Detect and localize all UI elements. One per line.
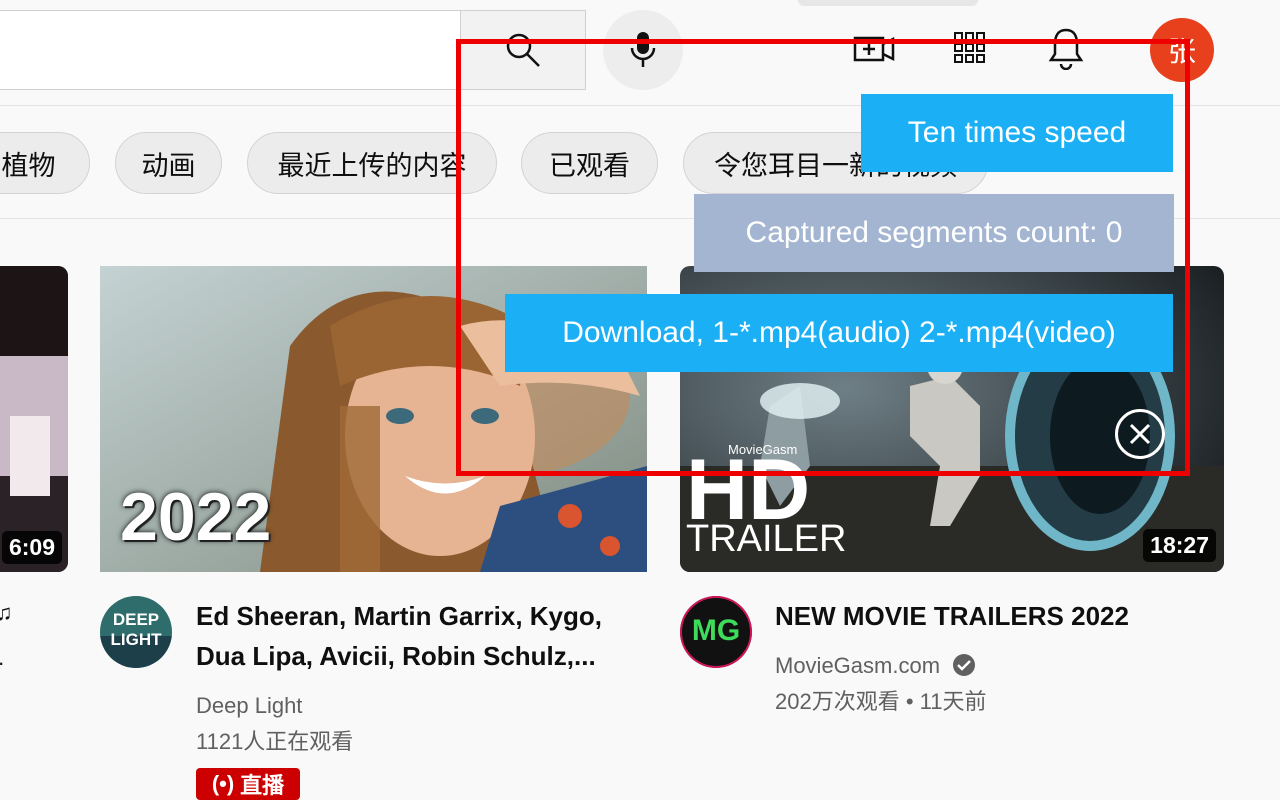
thumbnail-trailer-text: TRAILER [686, 518, 847, 560]
music-note-icon: ♫ [0, 600, 13, 625]
channel-name[interactable]: Deep Light [196, 688, 302, 724]
duration-badge: 18:27 [1143, 529, 1216, 562]
chip-animation[interactable]: 动画 [115, 132, 222, 194]
truncated-text: .. [0, 640, 4, 676]
captured-segments-count: Captured segments count: 0 [694, 194, 1174, 272]
channel-avatar-text: MG [691, 614, 741, 647]
view-stats: 1121人正在观看 [196, 729, 354, 754]
chip-plants-animals[interactable]: 动植物 [0, 132, 90, 194]
view-stats: 202万次观看 • 11天前 [775, 689, 987, 714]
channel-avatar[interactable]: MG [680, 596, 752, 668]
popup-edge [798, 0, 978, 6]
verified-icon [953, 654, 976, 676]
download-button[interactable]: Download, 1-*.mp4(audio) 2-*.mp4(video) [505, 294, 1173, 372]
thumbnail-text: 2022 [120, 479, 272, 555]
thumbnail-image [0, 266, 68, 572]
channel-avatar[interactable]: DEEP LIGHT [100, 596, 172, 668]
duration-badge: 6:09 [1, 531, 62, 564]
live-broadcast-icon: (•) [211, 771, 235, 796]
video-title[interactable]: Ed Sheeran, Martin Garrix, Kygo, Dua Lip… [196, 596, 636, 676]
search-input[interactable] [0, 10, 460, 90]
channel-name[interactable]: MovieGasm.com [775, 648, 976, 684]
ten-times-speed-button[interactable]: Ten times speed [861, 94, 1173, 172]
live-badge: (•) 直播 [196, 768, 300, 800]
close-icon [1129, 423, 1151, 445]
close-button[interactable] [1115, 409, 1165, 459]
video-title[interactable]: NEW MOVIE TRAILERS 2022 [775, 596, 1215, 636]
video-thumbnail[interactable]: 6:09 [0, 266, 68, 572]
live-label: 直播 [240, 773, 285, 798]
channel-avatar-text: DEEP LIGHT [110, 610, 162, 649]
